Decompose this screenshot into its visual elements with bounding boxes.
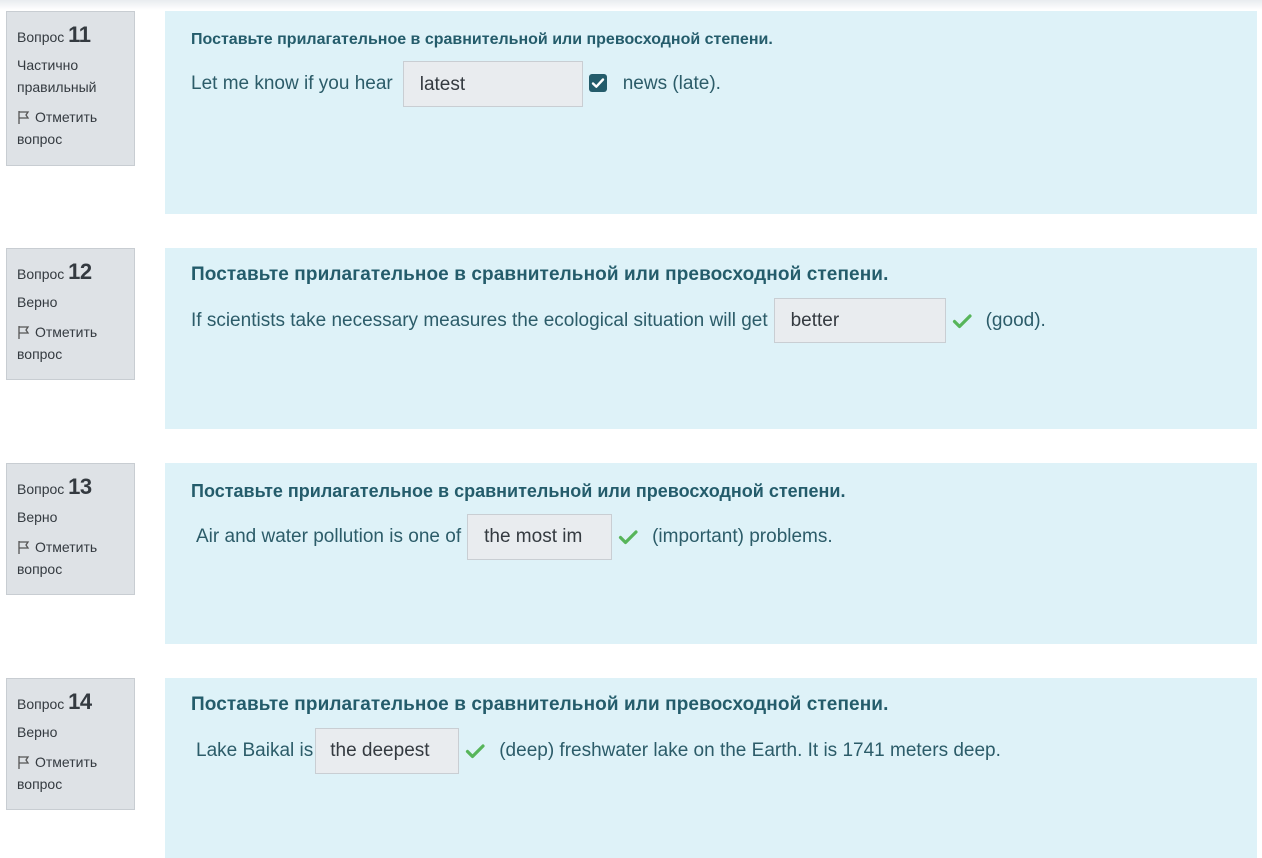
- question-number-value: 11: [68, 22, 91, 47]
- flag-icon: [18, 541, 30, 554]
- question-info: Вопрос 11 Частично правильный Отметить в…: [6, 11, 135, 166]
- question-info: Вопрос 13 Верно Отметить вопрос: [6, 463, 135, 595]
- correct-check-icon: [952, 311, 972, 331]
- question-info: Вопрос 14 Верно Отметить вопрос: [6, 678, 135, 810]
- question-instruction: Поставьте прилагательное в сравнительной…: [191, 481, 846, 501]
- answer-input[interactable]: the most im: [467, 514, 613, 560]
- correct-check-icon: [618, 527, 638, 547]
- question-label: Вопрос: [17, 266, 65, 282]
- question-number: Вопрос 12: [17, 259, 124, 287]
- flag-icon: [18, 326, 30, 339]
- sentence-after: news (late).: [622, 73, 721, 94]
- question-instruction: Поставьте прилагательное в сравнительной…: [191, 264, 889, 285]
- question-state: Верно: [17, 294, 58, 310]
- top-shadow: [0, 0, 1262, 10]
- question-info: Вопрос 12 Верно Отметить вопрос: [6, 248, 135, 380]
- sentence-before: Lake Baikal is: [196, 740, 314, 761]
- flag-icon: [18, 756, 30, 769]
- question-sentence: Lake Baikal is the deepest (deep) freshw…: [191, 728, 1231, 774]
- flag-question-link[interactable]: Отметить вопрос: [17, 106, 117, 150]
- question-number-value: 13: [68, 474, 92, 499]
- question-content: Поставьте прилагательное в сравнительной…: [165, 678, 1257, 858]
- question-content: Поставьте прилагательное в сравнительной…: [165, 248, 1257, 429]
- question-state: Верно: [17, 509, 58, 525]
- sentence-after: (good).: [985, 309, 1046, 331]
- sentence-after: (important) problems.: [652, 526, 833, 547]
- correct-check-icon: [465, 741, 485, 761]
- question-content: Поставьте прилагательное в сравнительной…: [165, 11, 1257, 214]
- question-state: Верно: [17, 724, 58, 740]
- sentence-before: If scientists take necessary measures th…: [191, 309, 768, 331]
- flag-icon: [18, 111, 30, 124]
- partial-check-icon: [588, 74, 609, 94]
- question-label: Вопрос: [17, 29, 65, 45]
- sentence-after: (deep) freshwater lake on the Earth. It …: [499, 740, 1001, 761]
- question-number-value: 14: [68, 689, 92, 714]
- sentence-before: Let me know if you hear: [191, 73, 393, 94]
- question-label: Вопрос: [17, 481, 65, 497]
- question-number-value: 12: [68, 259, 92, 284]
- question-number: Вопрос 14: [17, 689, 124, 717]
- question-sentence: Let me know if you hear latest news (lat…: [191, 61, 1231, 107]
- question-number: Вопрос 11: [17, 22, 124, 50]
- answer-input[interactable]: better: [773, 298, 946, 343]
- question-content: Поставьте прилагательное в сравнительной…: [165, 463, 1257, 644]
- question-state: Частично правильный: [17, 57, 97, 95]
- flag-question-link[interactable]: Отметить вопрос: [17, 536, 117, 580]
- question-sentence: If scientists take necessary measures th…: [191, 298, 1231, 343]
- question-instruction: Поставьте прилагательное в сравнительной…: [191, 31, 773, 48]
- question-instruction: Поставьте прилагательное в сравнительной…: [191, 694, 889, 715]
- answer-input[interactable]: latest: [402, 61, 583, 107]
- sentence-before: Air and water pollution is one of: [196, 526, 462, 547]
- answer-input[interactable]: the deepest: [315, 728, 460, 774]
- flag-question-link[interactable]: Отметить вопрос: [17, 751, 117, 795]
- question-sentence: Air and water pollution is one of the mo…: [191, 514, 1231, 560]
- question-number: Вопрос 13: [17, 474, 124, 502]
- question-label: Вопрос: [17, 696, 65, 712]
- flag-question-link[interactable]: Отметить вопрос: [17, 321, 117, 365]
